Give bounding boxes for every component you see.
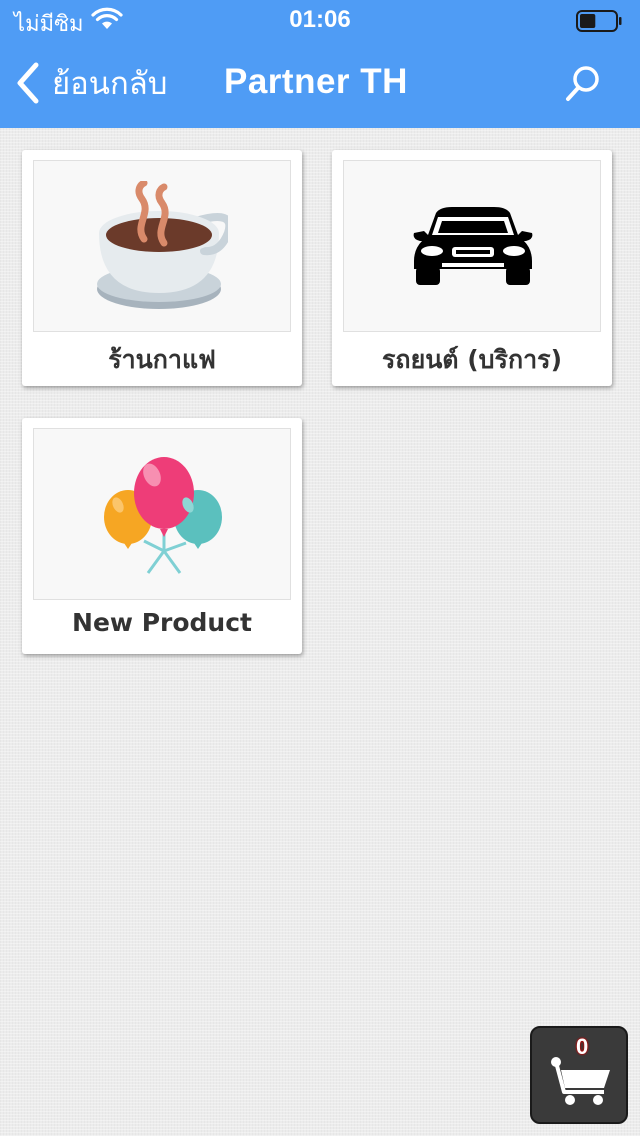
car-icon (413, 207, 533, 285)
category-image (343, 160, 601, 332)
category-card-car[interactable]: รถยนต์ (บริการ) (332, 150, 612, 386)
top-bar: ไม่มีซิม 01:06 ย้อนกลับ Partner TH (0, 0, 640, 128)
category-label: ร้านกาแฟ (108, 345, 216, 374)
category-label: รถยนต์ (บริการ) (382, 345, 562, 374)
chevron-left-icon (17, 62, 39, 104)
category-image (33, 160, 291, 332)
back-label: ย้อนกลับ (52, 66, 168, 102)
category-label: New Product (72, 608, 252, 637)
status-bar: ไม่มีซิม 01:06 (0, 0, 640, 40)
category-image (33, 428, 291, 600)
shopping-cart-icon (551, 1057, 610, 1105)
coffee-cup-icon (97, 181, 228, 309)
category-card-new-product[interactable]: New Product (22, 418, 302, 654)
category-card-coffee[interactable]: ร้านกาแฟ (22, 150, 302, 386)
search-icon[interactable] (564, 64, 602, 104)
status-time: 01:06 (289, 6, 351, 33)
page-title: Partner TH (224, 62, 408, 101)
cart-button[interactable]: 0 (530, 1026, 628, 1124)
balloons-icon (104, 457, 222, 574)
back-button[interactable]: ย้อนกลับ (14, 58, 167, 108)
nav-bar: ย้อนกลับ Partner TH (0, 40, 640, 128)
battery-icon (576, 10, 622, 32)
